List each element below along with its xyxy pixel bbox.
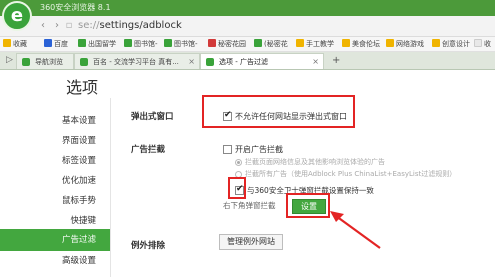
bookmark-item[interactable]: 美食伦坛 — [342, 38, 380, 50]
close-icon[interactable]: × — [188, 54, 195, 69]
sidebar-item-tabs[interactable]: 标签设置 — [0, 150, 110, 172]
bookmark-item[interactable]: 秘密花园 — [208, 38, 246, 50]
adblock-mode-2-label: 拦截所有广告（使用Adblock Plus ChinaList+EasyList… — [245, 170, 457, 178]
site-icon — [22, 58, 30, 66]
paw-icon — [44, 39, 52, 47]
site-icon — [208, 39, 216, 47]
bookmark-item[interactable]: (秘密花 — [254, 38, 288, 50]
adblock-mode-radio[interactable] — [235, 159, 242, 166]
bookmark-item[interactable]: 手工教学 — [296, 38, 334, 50]
adblock-mode-1-label: 拦截页面网络信息及其他影响浏览体验的广告 — [245, 158, 385, 166]
folder-icon — [296, 39, 304, 47]
tab-bar: ▷ 导航浏览 百名 - 交流学习平台 真有... × 选项 - 广告过滤 × + — [0, 52, 495, 70]
adblock-enable-label: 开启广告拦截 — [235, 145, 283, 154]
site-icon — [254, 39, 262, 47]
sidebar-item-optimize[interactable]: 优化加速 — [0, 170, 110, 192]
sidebar-item-basic[interactable]: 基本设置 — [0, 110, 110, 132]
sidebar-item-interface[interactable]: 界面设置 — [0, 130, 110, 152]
bookmark-item[interactable]: 收藏 — [3, 38, 27, 50]
arrow-shaft — [335, 215, 381, 249]
folder-icon — [474, 39, 482, 47]
url-path: settings/adblock — [99, 20, 182, 31]
adblock-enable-checkbox[interactable] — [223, 145, 232, 154]
site-icon — [78, 39, 86, 47]
highlight-settings-button — [286, 193, 330, 218]
window-title: 360安全浏览器 8.1 — [40, 3, 111, 12]
close-icon[interactable]: × — [312, 54, 319, 69]
bookmarks-bar: 收藏 百度 出国留学 图书馆- 图书馆- 秘密花园 (秘密花 手工教学 美食伦坛… — [0, 37, 495, 52]
tab-community[interactable]: 百名 - 交流学习平台 真有... × — [74, 53, 200, 69]
settings-sidebar: 基本设置 界面设置 标签设置 优化加速 鼠标手势 快捷键 广告过滤 高级设置 — [0, 98, 110, 277]
highlight-sync-checkbox — [228, 177, 246, 199]
corner-popup-hint: 右下角弹窗拦截 — [223, 201, 276, 210]
popup-section-label: 弹出式窗口 — [131, 112, 174, 122]
exceptions-section-label: 例外排除 — [131, 241, 166, 251]
settings-icon — [206, 58, 214, 66]
sidebar-item-adblock[interactable]: 广告过滤 — [0, 229, 110, 251]
tab-list-icon[interactable]: ▷ — [6, 55, 13, 65]
sidebar-item-gestures[interactable]: 鼠标手势 — [0, 190, 110, 212]
adblock-section-label: 广告拦截 — [131, 145, 166, 155]
bookmark-item[interactable]: 百度 — [44, 38, 68, 50]
page-title: 选项 — [66, 78, 99, 97]
sidebar-item-advanced[interactable]: 高级设置 — [0, 250, 110, 272]
folder-icon — [342, 39, 350, 47]
new-tab-icon[interactable]: + — [332, 55, 340, 66]
site-icon — [80, 58, 88, 66]
page-header: 选项 — [0, 70, 495, 98]
bookmark-item[interactable]: 收 — [474, 38, 491, 50]
site-icon — [124, 39, 132, 47]
site-icon — [164, 39, 172, 47]
tab-options-adblock[interactable]: 选项 - 广告过滤 × — [200, 53, 324, 69]
bookmark-item[interactable]: 出国留学 — [78, 38, 116, 50]
highlight-popup-option — [202, 95, 355, 128]
address-bar[interactable]: se://settings/adblock — [78, 17, 182, 35]
bookmark-item[interactable]: 图书馆- — [124, 38, 158, 50]
bookmark-item[interactable]: 图书馆- — [164, 38, 198, 50]
folder-icon — [432, 39, 440, 47]
navigation-bar: ‹ › ▫ se://settings/adblock — [0, 16, 495, 37]
browser-logo-icon[interactable]: e — [2, 1, 32, 31]
folder-icon — [386, 39, 394, 47]
annotation-arrow-icon — [330, 211, 381, 249]
tab-navigation[interactable]: 导航浏览 — [16, 53, 74, 69]
manage-exceptions-button[interactable]: 管理例外网站 — [219, 234, 283, 250]
star-icon — [3, 39, 11, 47]
title-bar: 360安全浏览器 8.1 — [0, 0, 495, 16]
url-protocol: se:// — [78, 20, 100, 31]
back-arrow-icon[interactable]: ‹ — [36, 19, 50, 33]
bookmark-item[interactable]: 创意设计 — [432, 38, 470, 50]
page-icon: ▫ — [65, 20, 73, 31]
bookmark-item[interactable]: 网络游戏 — [386, 38, 424, 50]
